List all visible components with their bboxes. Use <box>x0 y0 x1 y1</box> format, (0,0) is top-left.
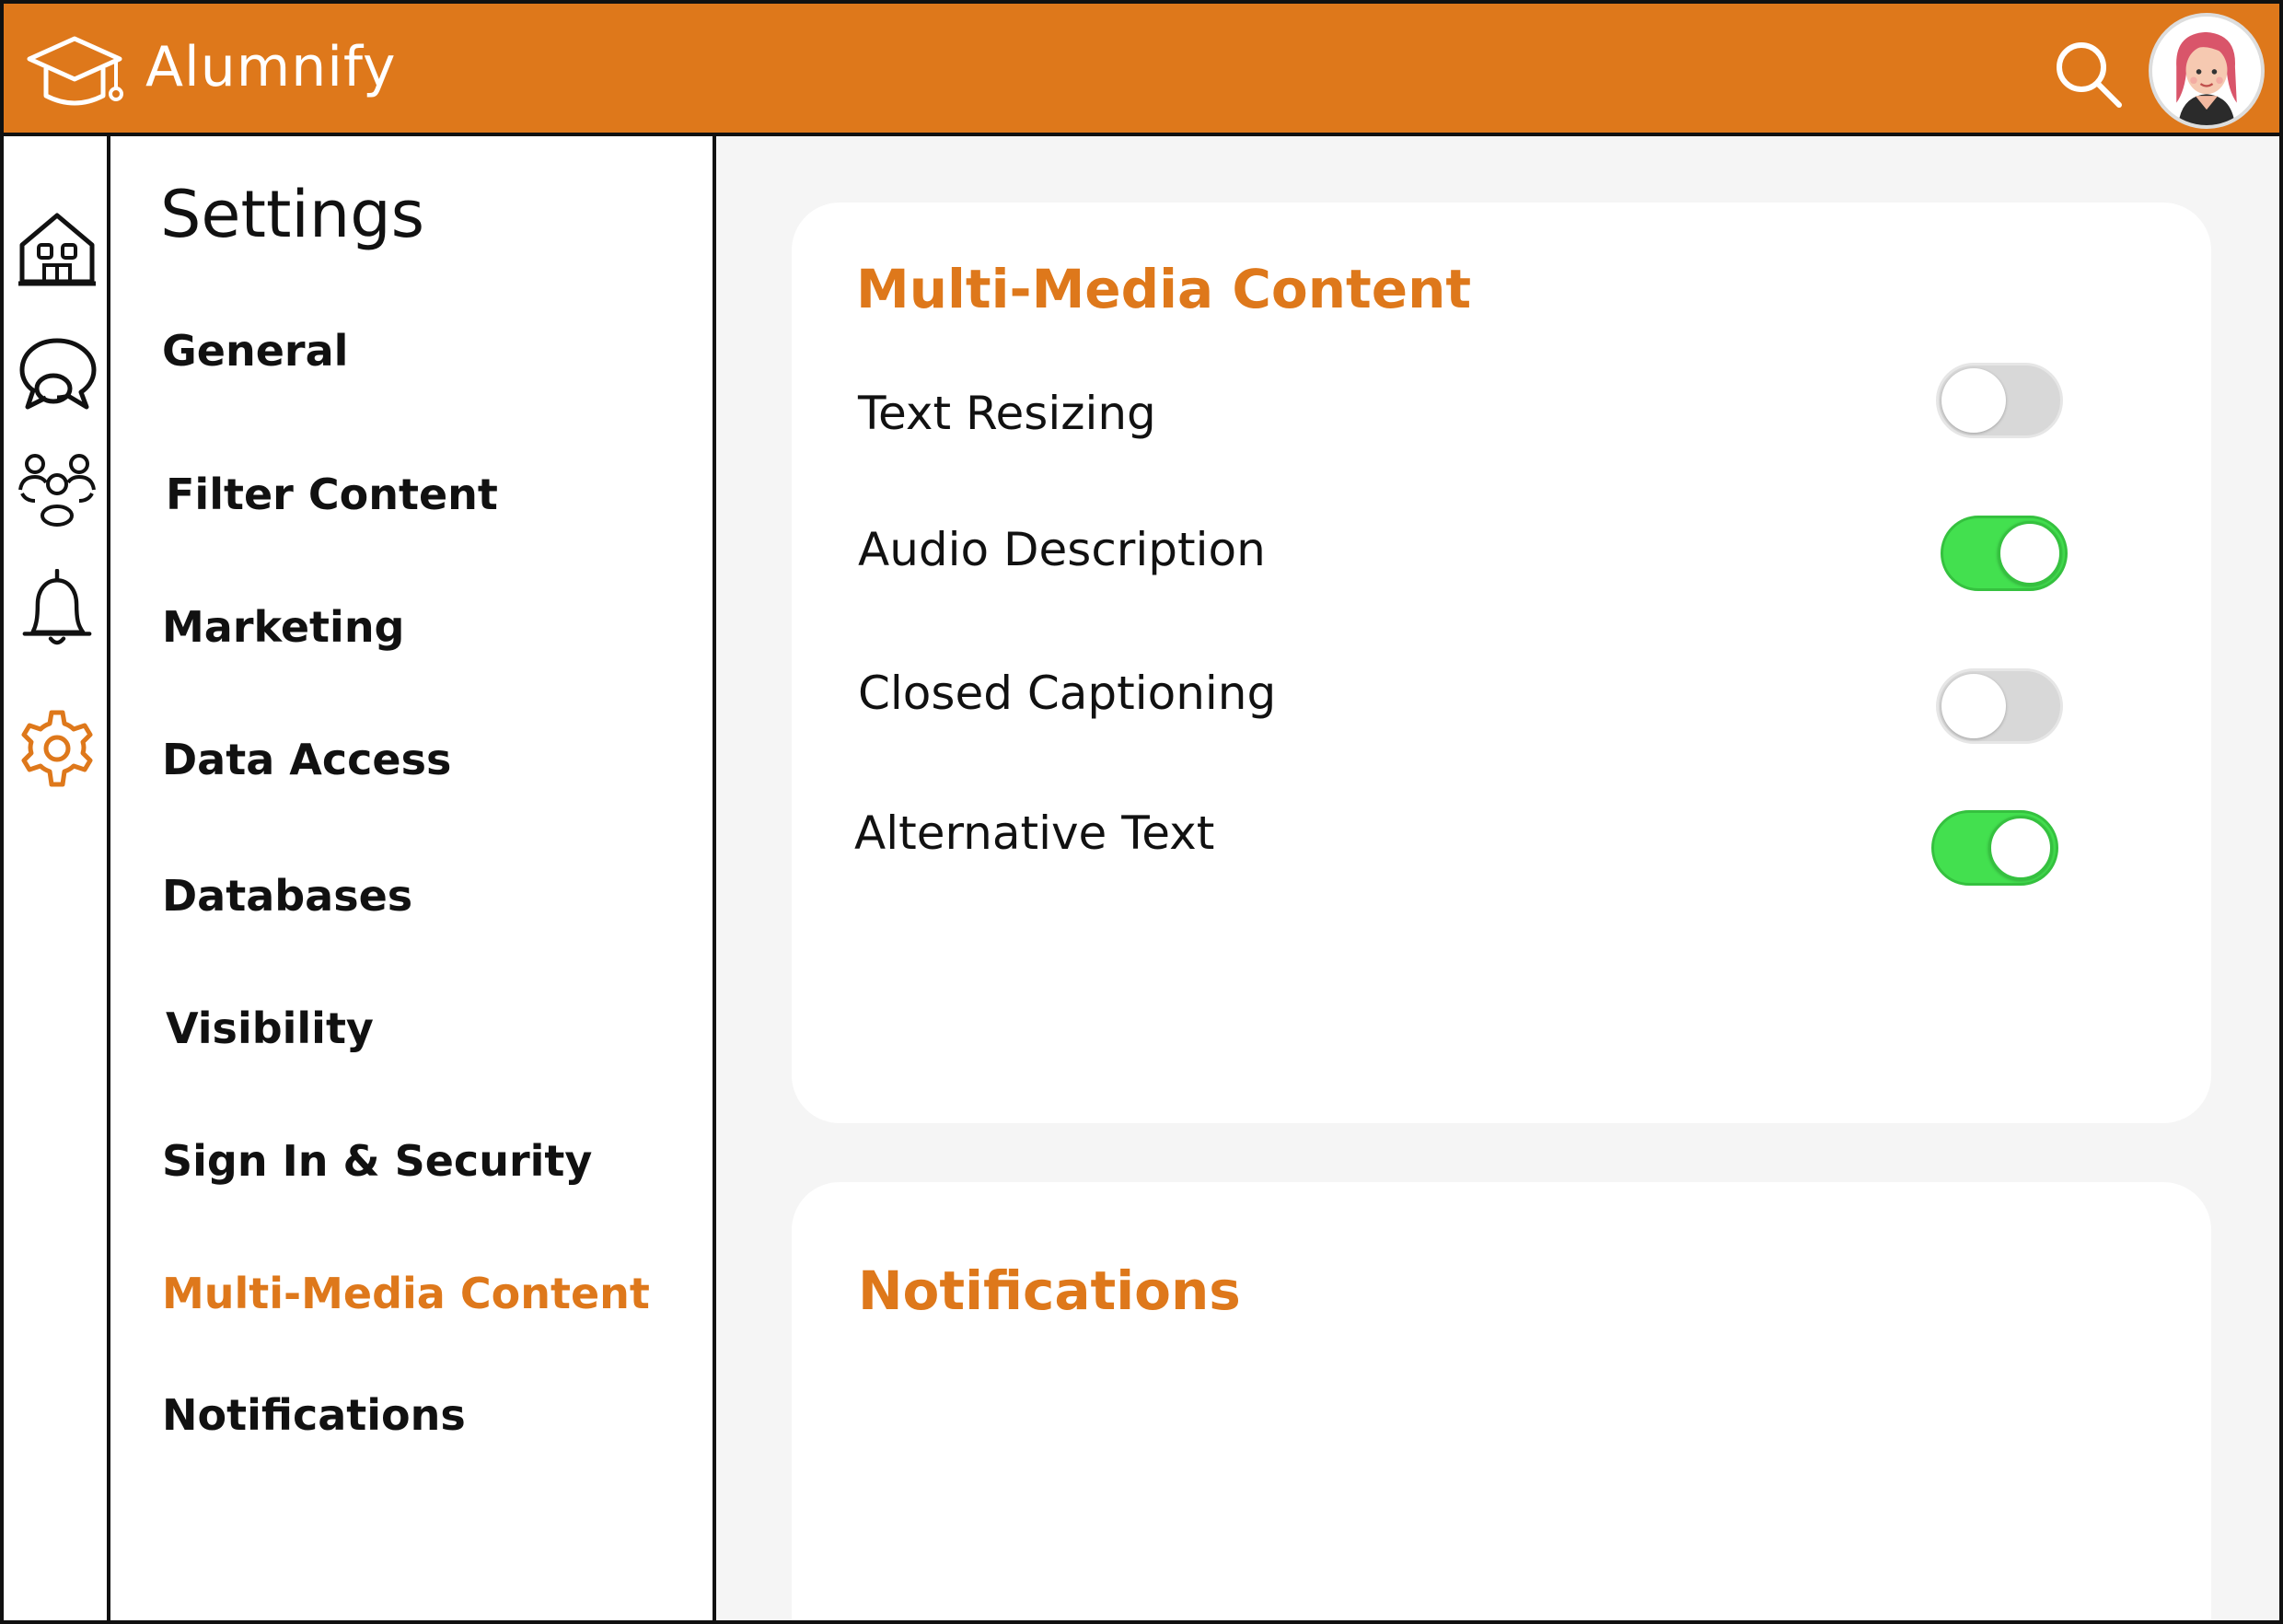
toggle-alternative-text[interactable] <box>1931 810 2058 886</box>
bell-icon[interactable] <box>17 569 98 650</box>
menu-item-visibility[interactable]: Visibility <box>166 1003 374 1053</box>
main-content: Multi-Media Content Text Resizing Audio … <box>716 136 2279 1620</box>
menu-item-marketing[interactable]: Marketing <box>162 602 405 652</box>
menu-item-sign-in-security[interactable]: Sign In & Security <box>162 1136 592 1186</box>
search-icon[interactable] <box>2051 37 2125 110</box>
notifications-title: Notifications <box>858 1259 1241 1322</box>
menu-item-notifications[interactable]: Notifications <box>162 1390 466 1440</box>
groups-icon[interactable] <box>17 449 98 530</box>
home-icon[interactable] <box>17 208 98 289</box>
avatar-illustration-icon <box>2152 17 2261 125</box>
menu-item-general[interactable]: General <box>162 326 348 376</box>
setting-label-text-resizing: Text Resizing <box>858 387 1156 440</box>
settings-menu: Settings General Filter Content Marketin… <box>110 136 716 1620</box>
menu-item-databases[interactable]: Databases <box>162 871 412 921</box>
toggle-closed-captioning[interactable] <box>1936 668 2063 744</box>
app-brand[interactable]: Alumnify <box>145 35 396 99</box>
notifications-card: Notifications <box>792 1182 2211 1620</box>
setting-label-alternative-text: Alternative Text <box>854 806 1215 860</box>
setting-label-audio-description: Audio Description <box>858 523 1266 576</box>
toggle-knob <box>1941 674 2006 738</box>
menu-item-data-access[interactable]: Data Access <box>162 735 451 784</box>
menu-item-multi-media-content[interactable]: Multi-Media Content <box>162 1269 650 1318</box>
graduation-cap-icon <box>27 36 123 106</box>
toggle-knob <box>1941 368 2006 433</box>
app-frame: Alumnify Settings General Filter Content… <box>0 0 2283 1624</box>
top-bar: Alumnify <box>4 4 2279 136</box>
toggle-text-resizing[interactable] <box>1936 363 2063 438</box>
toggle-audio-description[interactable] <box>1941 516 2068 591</box>
chat-icon[interactable] <box>17 333 98 414</box>
multi-media-title: Multi-Media Content <box>856 258 1472 320</box>
gear-icon[interactable] <box>17 709 98 790</box>
toggle-knob <box>1988 816 2053 880</box>
settings-title: Settings <box>160 177 425 252</box>
menu-item-filter-content[interactable]: Filter Content <box>166 470 498 519</box>
toggle-knob <box>1998 521 2062 586</box>
user-avatar[interactable] <box>2149 13 2265 129</box>
multi-media-card: Multi-Media Content Text Resizing Audio … <box>792 203 2211 1123</box>
icon-rail <box>4 136 110 1620</box>
setting-label-closed-captioning: Closed Captioning <box>858 667 1277 720</box>
